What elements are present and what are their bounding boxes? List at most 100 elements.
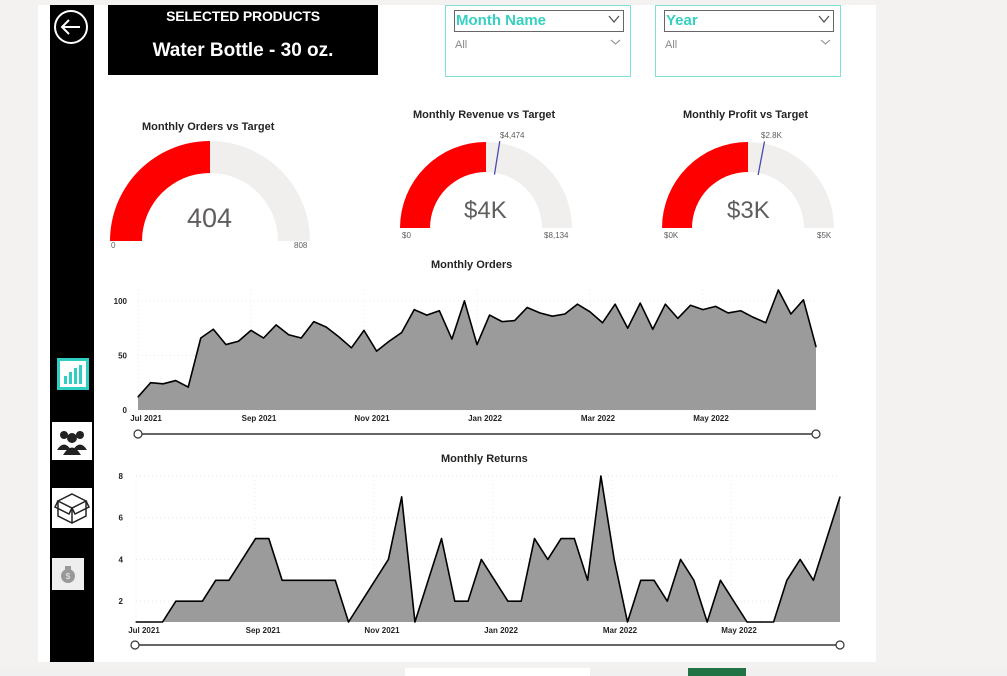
data-point [440, 537, 443, 540]
chevron-down-icon[interactable] [608, 13, 620, 28]
data-point [514, 319, 516, 322]
data-point [148, 621, 150, 623]
data-point [746, 621, 748, 623]
orders-gauge-title: Monthly Orders vs Target [142, 121, 275, 133]
data-point [626, 621, 629, 623]
year-slicer-header[interactable]: Year [664, 10, 834, 32]
data-point [494, 579, 496, 581]
profit-gauge-min: $0K [664, 231, 679, 240]
data-point [338, 336, 340, 338]
data-point [576, 303, 579, 305]
data-point [564, 313, 566, 315]
data-point [294, 579, 296, 581]
range-slider-handle-end [835, 640, 845, 650]
data-point [451, 338, 453, 340]
orders-gauge-value: 404 [187, 203, 233, 233]
chevron-down-icon[interactable] [818, 13, 830, 28]
profit-gauge-target: $2.8K [761, 131, 782, 140]
month-slicer-label: Month Name [456, 12, 546, 29]
back-arrow-icon[interactable] [53, 9, 89, 45]
data-point [719, 579, 722, 581]
data-point [689, 304, 692, 306]
data-point [777, 289, 779, 291]
y-tick-label: 0 [123, 406, 128, 415]
data-point [601, 322, 604, 324]
data-point [639, 302, 641, 304]
data-point [228, 579, 230, 581]
month-slicer-header[interactable]: Month Name [454, 10, 624, 32]
chevron-down-icon[interactable] [820, 38, 831, 49]
data-point [680, 558, 682, 561]
sheet-tab[interactable] [405, 668, 590, 676]
year-slicer-label: Year [666, 12, 698, 29]
data-point [387, 558, 389, 561]
data-point [175, 600, 177, 602]
y-tick-label: 100 [114, 297, 128, 306]
bar-chart-icon[interactable] [55, 356, 91, 392]
x-tick-label: Jul 2021 [130, 414, 162, 423]
y-tick-label: 8 [119, 472, 124, 481]
users-icon[interactable] [52, 422, 92, 460]
data-point [237, 340, 240, 342]
range-slider-handle-start [130, 640, 140, 650]
data-point [187, 386, 189, 388]
x-tick-label: Jan 2022 [484, 626, 518, 635]
revenue-gauge-title: Monthly Revenue vs Target [413, 109, 556, 121]
data-point [135, 621, 137, 623]
revenue-gauge-target: $4,474 [500, 131, 525, 140]
data-point [812, 579, 815, 581]
x-tick-label: Mar 2022 [581, 414, 616, 423]
data-point [438, 310, 440, 312]
data-point [149, 382, 152, 384]
data-point [275, 324, 277, 326]
data-point [653, 579, 655, 581]
data-point [201, 600, 204, 602]
selected-product-name: Water Bottle - 30 oz. [152, 40, 334, 61]
data-point [350, 347, 353, 349]
data-point [401, 331, 403, 334]
data-point [627, 327, 629, 329]
month-slicer-value[interactable]: All [455, 39, 467, 51]
year-slicer[interactable]: Year All [655, 5, 841, 77]
data-point [334, 579, 336, 581]
area-fill [136, 476, 840, 622]
data-point [413, 309, 415, 311]
money-bag-icon[interactable]: $ [52, 558, 84, 590]
data-point [467, 600, 469, 602]
data-point [488, 314, 491, 316]
month-slicer[interactable]: Month Name All [445, 5, 631, 77]
data-point [212, 328, 214, 330]
data-point [799, 558, 801, 561]
data-point [589, 311, 591, 313]
data-point [560, 537, 562, 540]
data-point [727, 312, 729, 314]
orders-gauge-min: 0 [111, 241, 116, 250]
data-point [308, 579, 310, 581]
data-point [551, 315, 553, 317]
x-tick-label: Nov 2021 [354, 414, 390, 423]
data-point [250, 329, 252, 331]
data-point [802, 299, 805, 301]
data-point [587, 579, 589, 581]
y-tick-label: 50 [118, 351, 127, 360]
data-point [241, 558, 243, 561]
data-point [526, 306, 528, 309]
data-point [733, 600, 735, 602]
data-point [414, 621, 416, 623]
sheet-tab-active[interactable] [688, 668, 746, 676]
data-point [677, 317, 679, 319]
data-point [702, 309, 704, 311]
data-point [666, 600, 668, 602]
x-tick-label: Jan 2022 [468, 414, 502, 423]
data-point [600, 475, 602, 477]
data-point [752, 316, 754, 318]
year-slicer-value[interactable]: All [665, 39, 677, 51]
data-point [640, 579, 642, 581]
data-point [520, 600, 522, 602]
svg-text:$: $ [66, 572, 71, 581]
data-point [539, 312, 541, 314]
data-point [426, 314, 428, 316]
data-point [652, 328, 654, 330]
chevron-down-icon[interactable] [610, 38, 621, 49]
box-icon[interactable] [52, 488, 92, 528]
